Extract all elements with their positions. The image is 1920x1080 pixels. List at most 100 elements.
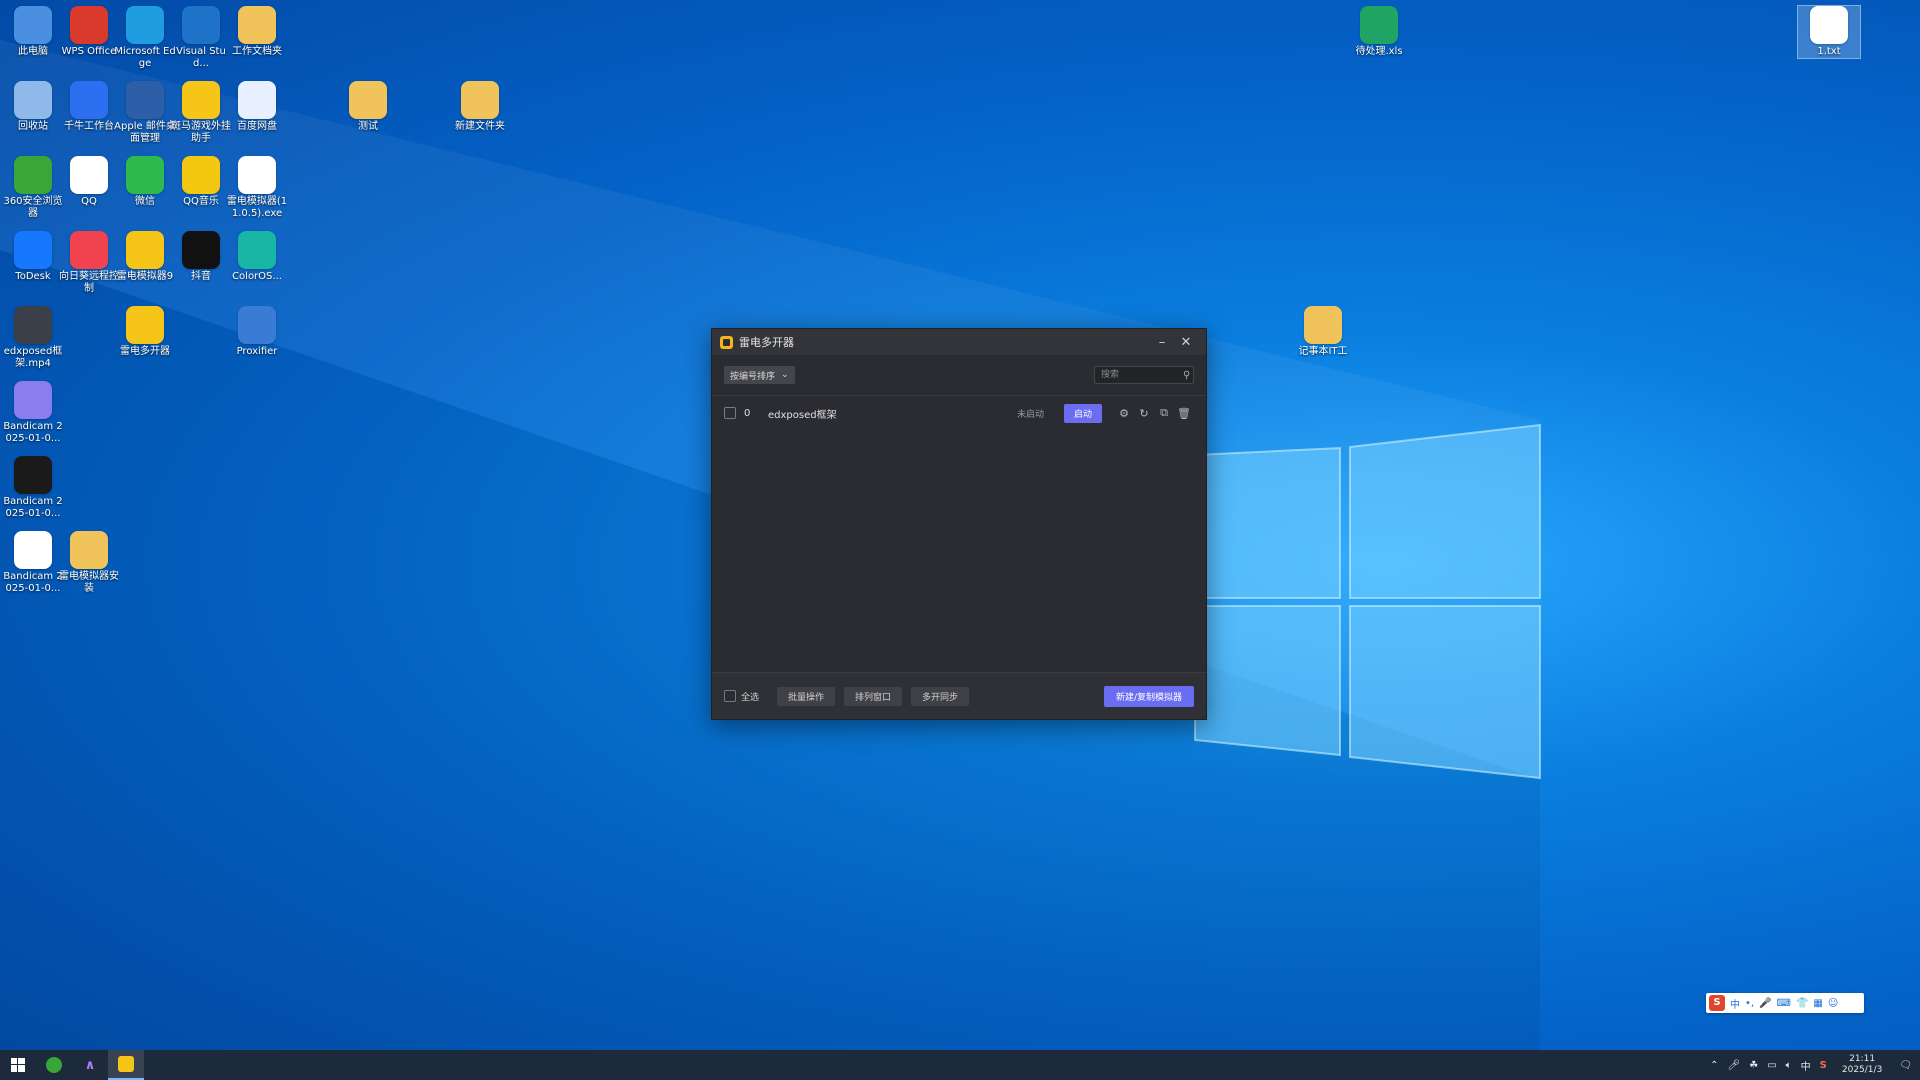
window-titlebar[interactable]: 雷电多开器 – ✕ xyxy=(712,329,1206,355)
desktop-icon[interactable]: 抖音 xyxy=(170,231,232,283)
desktop-icon[interactable]: 工作文档夹 xyxy=(226,6,288,58)
desktop-icon[interactable]: 测试 xyxy=(337,81,399,133)
clock[interactable]: 21:11 2025/1/3 xyxy=(1842,1054,1882,1076)
ime-language[interactable]: 中 xyxy=(1730,996,1740,1011)
tray-language[interactable]: 中 xyxy=(1801,1058,1811,1073)
batch-operation-button[interactable]: 批量操作 xyxy=(777,686,836,706)
bandicam-video-icon xyxy=(14,381,52,419)
desktop-icon[interactable]: 雷电模拟器9 xyxy=(114,231,176,283)
tray-network-icon[interactable]: ▭ xyxy=(1767,1060,1776,1071)
desktop-icon[interactable]: 1.txt xyxy=(1797,5,1861,59)
close-button[interactable]: ✕ xyxy=(1174,335,1198,350)
desktop-icon[interactable]: 雷电模拟器(11.0.5).exe xyxy=(226,156,288,220)
folder-icon xyxy=(70,531,108,569)
start-button[interactable]: 启动 xyxy=(1063,403,1102,423)
clock-date: 2025/1/3 xyxy=(1841,1065,1883,1075)
edge-icon xyxy=(126,6,164,44)
desktop-icon[interactable]: 此电脑 xyxy=(2,6,64,58)
ime-toolbox-icon[interactable]: ▦ xyxy=(1813,998,1822,1009)
tray-expand-icon[interactable]: ⌃ xyxy=(1710,1060,1718,1071)
desktop-icon[interactable]: 雷电模拟器安装 xyxy=(58,531,120,595)
desktop-icon[interactable]: 记事本IT工 xyxy=(1292,306,1354,358)
desktop-icon[interactable]: 斑马游戏外挂助手 xyxy=(170,81,232,145)
desktop-icon[interactable]: 360安全浏览器 xyxy=(2,156,64,220)
video-thumb-icon xyxy=(14,306,52,344)
desktop-icon[interactable]: 百度网盘 xyxy=(226,81,288,133)
select-all[interactable]: 全选 xyxy=(724,690,759,703)
ld-multi-icon xyxy=(126,306,164,344)
ime-keyboard-icon[interactable]: ⌨ xyxy=(1777,998,1791,1009)
desktop-icon-label: 微信 xyxy=(135,196,155,207)
qq-icon xyxy=(70,156,108,194)
chick-icon xyxy=(182,81,220,119)
desktop-icon[interactable]: 向日葵远程控制 xyxy=(58,231,120,295)
baidu-netdisk-icon xyxy=(238,81,276,119)
desktop-icon[interactable]: ColorOS... xyxy=(226,231,288,283)
taskbar-vs-icon[interactable]: ∧ xyxy=(72,1050,108,1080)
desktop-icon[interactable]: QQ xyxy=(58,156,120,208)
desktop-icon[interactable]: Bandicam 2025-01-0... xyxy=(2,531,64,595)
tray-app-icon[interactable]: ☘ xyxy=(1749,1060,1758,1071)
settings-icon[interactable]: ⚙ xyxy=(1114,407,1134,420)
file-icon xyxy=(238,156,276,194)
shortcut-icon[interactable]: ⧉ xyxy=(1154,406,1174,420)
notification-icon[interactable]: 🗨︎ xyxy=(1899,1060,1912,1071)
minimize-button[interactable]: – xyxy=(1150,335,1174,350)
desktop-icon-label: WPS Office xyxy=(61,46,117,57)
ime-punct-icon[interactable]: •, xyxy=(1745,998,1754,1009)
ime-skin-icon[interactable]: 👕 xyxy=(1796,998,1808,1009)
row-checkbox[interactable] xyxy=(724,407,736,419)
arrange-windows-button[interactable]: 排列窗口 xyxy=(844,686,903,706)
desktop-icon[interactable]: 微信 xyxy=(114,156,176,208)
clock-time: 21:11 xyxy=(1849,1054,1876,1064)
desktop-icon[interactable]: Bandicam 2025-01-0... xyxy=(2,381,64,445)
ime-voice-icon[interactable]: 🎤 xyxy=(1759,998,1771,1009)
desktop-icon[interactable]: 回收站 xyxy=(2,81,64,133)
sort-label: 按编号排序 xyxy=(730,371,776,382)
desktop-icon-label: 抖音 xyxy=(191,271,211,282)
desktop-icon[interactable]: Microsoft Edge xyxy=(114,6,176,70)
qianniu-icon xyxy=(70,81,108,119)
desktop-icon[interactable]: 千牛工作台 xyxy=(58,81,120,133)
instance-row[interactable]: 0 edxposed框架 未启动 启动 ⚙ ↻ ⧉ 🗑︎ xyxy=(712,396,1206,430)
desktop-icon[interactable]: ToDesk xyxy=(2,231,64,283)
desktop-icon[interactable]: 待处理.xls xyxy=(1348,6,1410,58)
row-index: 0 xyxy=(744,407,751,419)
desktop-icon-label: Proxifier xyxy=(236,346,278,357)
sogou-logo-icon[interactable]: S xyxy=(1709,995,1725,1011)
start-button[interactable] xyxy=(0,1050,36,1080)
desktop-icon-label: 回收站 xyxy=(18,121,48,132)
desktop-icon-label: Apple 邮件桌面管理 xyxy=(114,121,176,144)
restart-icon[interactable]: ↻ xyxy=(1134,407,1154,420)
tray-sogou-icon[interactable]: S xyxy=(1820,1060,1827,1071)
desktop-icon[interactable]: 新建文件夹 xyxy=(449,81,511,133)
desktop-icon-label: QQ音乐 xyxy=(183,196,219,207)
desktop-icon[interactable]: Bandicam 2025-01-0... xyxy=(2,456,64,520)
desktop-icon[interactable]: 雷电多开器 xyxy=(114,306,176,358)
desktop-icon[interactable]: WPS Office xyxy=(58,6,120,58)
video-file-icon xyxy=(14,531,52,569)
desktop-icon[interactable]: Proxifier xyxy=(226,306,288,358)
desktop-icon-label: 雷电多开器 xyxy=(120,346,170,357)
new-copy-emulator-button[interactable]: 新建/复制模拟器 xyxy=(1103,685,1194,707)
desktop-icon[interactable]: edxposed框架.mp4 xyxy=(2,306,64,370)
search-input[interactable] xyxy=(1099,369,1183,381)
sort-dropdown[interactable]: 按编号排序 ⌄ xyxy=(724,366,795,384)
desktop-icon[interactable]: Apple 邮件桌面管理 xyxy=(114,81,176,145)
search-icon[interactable]: ⚲ xyxy=(1183,370,1190,381)
douyin-icon xyxy=(182,231,220,269)
taskbar-ld-multi-icon[interactable] xyxy=(108,1050,144,1080)
tray-volume-icon[interactable]: 🔈︎ xyxy=(1786,1060,1792,1071)
bandicam-icon xyxy=(14,456,52,494)
computer-icon xyxy=(14,6,52,44)
desktop-icon[interactable]: Visual Stud... xyxy=(170,6,232,70)
multi-sync-button[interactable]: 多开同步 xyxy=(911,686,970,706)
delete-icon[interactable]: 🗑︎ xyxy=(1174,407,1194,420)
tray-mic-icon[interactable]: 🎤︎ xyxy=(1728,1060,1741,1071)
select-all-checkbox[interactable] xyxy=(724,690,736,702)
ime-toolbar[interactable]: S 中 •, 🎤 ⌨ 👕 ▦ ☺ xyxy=(1706,993,1864,1013)
vscode-icon xyxy=(182,6,220,44)
ime-emoji-icon[interactable]: ☺ xyxy=(1828,998,1838,1009)
desktop-icon[interactable]: QQ音乐 xyxy=(170,156,232,208)
taskbar-browser-360-icon[interactable] xyxy=(36,1050,72,1080)
